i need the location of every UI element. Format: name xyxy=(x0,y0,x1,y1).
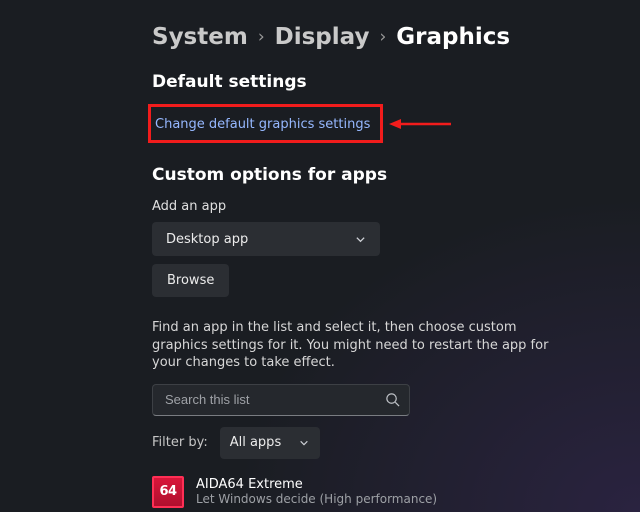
app-name: AIDA64 Extreme xyxy=(196,477,437,492)
app-item-aida64[interactable]: 64 AIDA64 Extreme Let Windows decide (Hi… xyxy=(152,471,640,512)
browse-label: Browse xyxy=(167,273,214,288)
app-list: 64 AIDA64 Extreme Let Windows decide (Hi… xyxy=(152,471,640,512)
annotation-arrow-icon xyxy=(389,116,453,132)
crumb-display[interactable]: Display xyxy=(275,24,370,50)
change-default-graphics-link[interactable]: Change default graphics settings xyxy=(155,117,370,132)
annotation-highlight: Change default graphics settings xyxy=(148,104,383,143)
chevron-down-icon xyxy=(298,437,310,449)
app-icon-aida64: 64 xyxy=(152,476,184,508)
custom-options-heading: Custom options for apps xyxy=(152,165,640,185)
search-input-wrap[interactable] xyxy=(152,384,410,416)
search-input[interactable] xyxy=(165,392,385,407)
search-icon xyxy=(385,392,401,408)
app-type-select[interactable]: Desktop app xyxy=(152,222,380,256)
chevron-right-icon: › xyxy=(258,27,265,47)
crumb-graphics: Graphics xyxy=(396,24,510,50)
app-subtext: Let Windows decide (High performance) xyxy=(196,492,437,506)
chevron-right-icon: › xyxy=(379,27,386,47)
browse-button[interactable]: Browse xyxy=(152,264,229,297)
chevron-down-icon xyxy=(354,233,366,245)
default-settings-heading: Default settings xyxy=(152,72,640,92)
filter-value: All apps xyxy=(230,435,282,450)
app-type-value: Desktop app xyxy=(166,232,248,247)
crumb-system[interactable]: System xyxy=(152,24,248,50)
breadcrumb: System › Display › Graphics xyxy=(152,24,640,50)
add-app-label: Add an app xyxy=(152,199,640,214)
help-text: Find an app in the list and select it, t… xyxy=(152,319,562,372)
filter-select[interactable]: All apps xyxy=(220,427,320,459)
filter-by-label: Filter by: xyxy=(152,435,208,450)
